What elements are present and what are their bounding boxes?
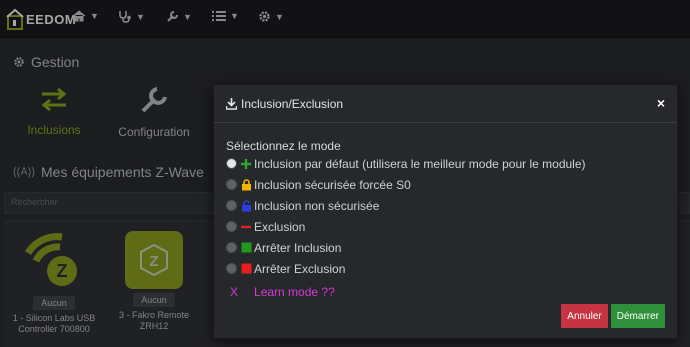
close-icon[interactable]: ×: [657, 95, 665, 111]
radio-button[interactable]: [226, 221, 237, 232]
radio-button[interactable]: [226, 158, 237, 169]
option-label: Arrêter Exclusion: [254, 261, 346, 276]
radio-button[interactable]: [226, 263, 237, 274]
option-label: Inclusion non sécurisée: [254, 198, 380, 213]
option-label: Inclusion sécurisée forcée S0: [254, 177, 411, 192]
option-secure-s0[interactable]: Inclusion sécurisée forcée S0: [226, 174, 665, 195]
option-stop-exclusion[interactable]: Arrêter Exclusion: [226, 258, 665, 279]
option-label: Arrêter Inclusion: [254, 240, 342, 255]
modal-body: Sélectionnez le mode Inclusion par défau…: [214, 139, 677, 301]
lock-icon: [240, 178, 252, 191]
modal-footer: Annuler Démarrer: [561, 304, 665, 328]
green-square-icon: [240, 242, 252, 254]
inclusion-modal: Inclusion/Exclusion × Sélectionnez le mo…: [213, 84, 678, 339]
modal-title: Inclusion/Exclusion: [241, 96, 344, 111]
radio-button[interactable]: [226, 242, 237, 253]
download-icon: [226, 97, 237, 110]
option-default-inclusion[interactable]: Inclusion par défaut (utilisera le meill…: [226, 153, 665, 174]
cancel-button[interactable]: Annuler: [561, 304, 608, 328]
minus-icon: [240, 221, 252, 233]
option-exclusion[interactable]: Exclusion: [226, 216, 665, 237]
modal-header: Inclusion/Exclusion ×: [214, 85, 677, 123]
red-square-icon: [240, 263, 252, 275]
learn-mode-label: Learn mode ??: [254, 285, 335, 299]
start-button[interactable]: Démarrer: [610, 304, 665, 328]
option-label: Exclusion: [254, 219, 306, 234]
option-label: Inclusion par défaut (utilisera le meill…: [254, 156, 586, 171]
radio-button[interactable]: [226, 200, 237, 211]
plus-icon: [240, 158, 252, 170]
learn-mode-option[interactable]: X Learn mode ??: [226, 283, 665, 301]
option-insecure[interactable]: Inclusion non sécurisée: [226, 195, 665, 216]
mode-subtitle: Sélectionnez le mode: [226, 139, 341, 153]
unlock-icon: [240, 199, 252, 212]
option-stop-inclusion[interactable]: Arrêter Inclusion: [226, 237, 665, 258]
learn-x-marker: X: [230, 285, 239, 299]
radio-button[interactable]: [226, 179, 237, 190]
